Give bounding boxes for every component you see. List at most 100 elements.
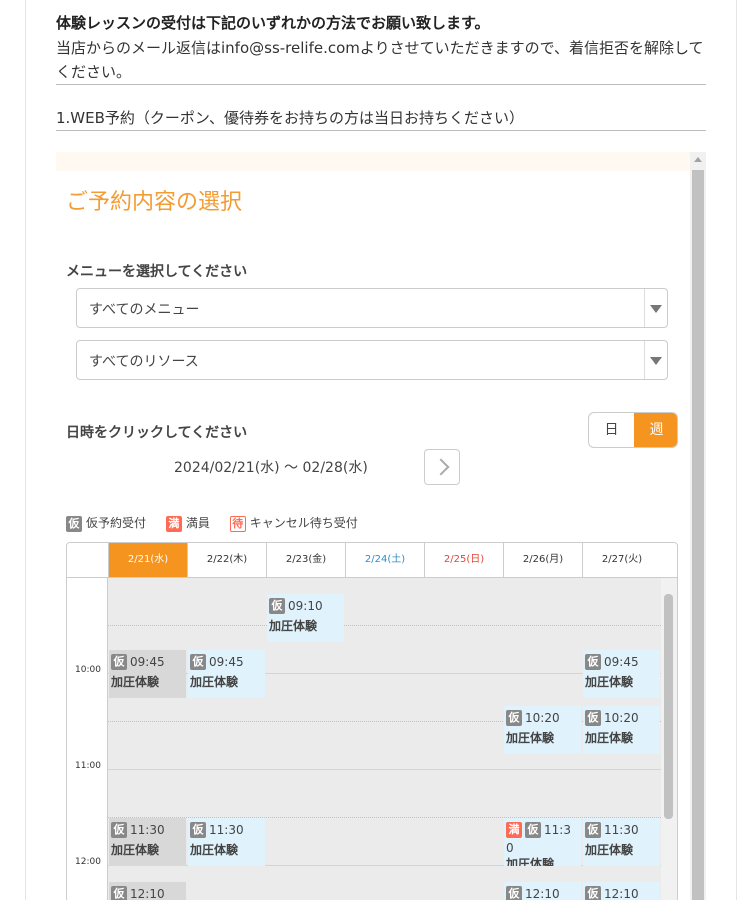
calendar-header: 2/21(水) 2/22(木) 2/23(金) 2/24(土) 2/25(日) 2/26(… [67, 543, 677, 578]
day-header: 2/27(火) [582, 543, 661, 577]
time-slot[interactable]: 仮 09:45 加圧体験 [109, 650, 186, 698]
hour-line [108, 769, 661, 770]
scrollbar-thumb[interactable] [664, 594, 673, 819]
kari-badge: 仮 [585, 710, 601, 726]
time-slot[interactable]: 仮 09:10 加圧体験 [267, 594, 344, 642]
slot-header: 仮 12:10 [111, 886, 165, 900]
page-border-left [25, 0, 26, 900]
day-view-button[interactable]: 日 [589, 413, 634, 447]
kari-badge: 仮 [269, 598, 285, 614]
frame-scrollbar[interactable] [690, 152, 706, 900]
kari-badge: 仮 [585, 654, 601, 670]
kari-badge: 仮 [111, 654, 127, 670]
kari-badge: 仮 [525, 822, 541, 838]
slot-header: 仮 10:20 [585, 710, 639, 726]
legend-label: 満員 [185, 516, 210, 530]
resource-select[interactable]: すべてのリソース [76, 340, 668, 380]
slot-name: 加圧体験 [111, 843, 160, 857]
time-slot[interactable]: 仮 11:30 加圧体験 [188, 818, 265, 866]
time-slot[interactable]: 仮 10:20 加圧体験 [504, 706, 581, 754]
slot-header: 仮 10:20 [506, 710, 560, 726]
kari-badge: 仮 [66, 515, 82, 532]
next-week-button[interactable] [424, 449, 460, 485]
slot-header: 仮 11:30 [585, 822, 639, 838]
frame-top-band [56, 152, 690, 171]
calendar-scrollbar[interactable] [661, 578, 677, 900]
slot-name: 0 加圧体験 [506, 841, 554, 866]
time-slot[interactable]: 仮 11:30 加圧体験 [109, 818, 186, 866]
week-calendar: 2/21(水) 2/22(木) 2/23(金) 2/24(土) 2/25(日) 2/26(… [66, 542, 678, 900]
intro-heading: 体験レッスンの受付は下記のいずれかの方法でお願い致します。 [56, 14, 490, 32]
slot-header: 仮 09:45 [111, 654, 165, 670]
booking-title: ご予約内容の選択 [66, 190, 243, 215]
slot-time: 09:45 [209, 655, 244, 669]
day-header: 2/21(水) [108, 543, 187, 577]
slot-time: 09:45 [130, 655, 165, 669]
time-slot[interactable]: 仮12:10加圧体験 [504, 882, 581, 900]
slot-header: 仮 09:45 [190, 654, 244, 670]
menu-select[interactable]: すべてのメニュー [76, 288, 668, 328]
menu-select-value: すべてのメニュー [89, 302, 200, 318]
time-label: 12:00 [75, 857, 101, 867]
divider [56, 84, 706, 85]
slot-header: 仮 11:30 [111, 822, 165, 838]
time-slot[interactable]: 仮12:10加圧体験 [109, 882, 186, 900]
legend-item-kari: 仮仮予約受付 [66, 514, 146, 532]
slot-name: 加圧体験 [585, 843, 634, 857]
resource-select-button[interactable] [644, 341, 667, 379]
scrollbar-thumb[interactable] [692, 170, 704, 900]
kari-badge: 仮 [585, 886, 601, 900]
day-header: 2/26(月) [503, 543, 582, 577]
slot-name: 加圧体験 [506, 731, 555, 745]
slot-time: 11:3 [544, 823, 571, 837]
menu-label: メニューを選択してください [66, 264, 248, 280]
time-slot[interactable]: 仮 09:45 加圧体験 [188, 650, 265, 698]
legend-label: キャンセル待ち受付 [249, 516, 358, 530]
time-label: 10:00 [75, 665, 101, 675]
time-label: 11:00 [75, 761, 101, 771]
chevron-right-icon [432, 458, 450, 476]
web-booking-title: 1.WEB予約（クーポン、優待券をお持ちの方は当日お持ちください） [56, 109, 525, 127]
date-range: 2024/02/21(水) 〜 02/28(水) [174, 460, 368, 476]
kari-badge: 仮 [585, 822, 601, 838]
menu-select-button[interactable] [644, 289, 667, 327]
slot-header: 仮 12:10 [506, 886, 560, 900]
time-slot[interactable]: 仮 11:30 加圧体験 [583, 818, 660, 866]
kari-badge: 仮 [111, 822, 127, 838]
slot-time: 09:10 [288, 599, 323, 613]
slot-header: 仮 11:30 [190, 822, 244, 838]
date-label: 日時をクリックしてください [66, 425, 248, 441]
slot-header: 仮 12:10 [585, 886, 639, 900]
slot-time: 11:30 [604, 823, 639, 837]
machi-badge: 待 [229, 515, 246, 532]
intro-text: 当店からのメール返信はinfo@ss-relife.comよりさせていただきます… [56, 39, 704, 81]
kari-badge: 仮 [190, 822, 206, 838]
kari-badge: 仮 [506, 886, 522, 900]
time-column: 10:00 11:00 12:00 [67, 578, 108, 900]
kari-badge: 仮 [506, 710, 522, 726]
legend-item-machi: 待キャンセル待ち受付 [229, 514, 358, 532]
man-badge: 満 [506, 822, 522, 838]
slot-name: 加圧体験 [190, 675, 239, 689]
time-slot[interactable]: 仮 09:45 加圧体験 [583, 650, 660, 698]
slot-header: 仮 09:45 [585, 654, 639, 670]
slot-name: 加圧体験 [585, 731, 634, 745]
slot-name: 加圧体験 [111, 675, 160, 689]
slot-header: 満仮 11:3 [506, 822, 571, 838]
slot-time: 09:45 [604, 655, 639, 669]
man-badge: 満 [165, 515, 182, 532]
slot-time: 12:10 [525, 887, 560, 900]
slot-header: 仮 09:10 [269, 598, 323, 614]
day-header: 2/25(日) [424, 543, 503, 577]
calendar-body: 10:00 11:00 12:00 仮 09:10 加圧体験仮 09:45 加圧体験仮 09:… [67, 578, 677, 900]
time-slot[interactable]: 仮 10:20 加圧体験 [583, 706, 660, 754]
slot-time: 11:30 [130, 823, 165, 837]
page-border-right [736, 0, 737, 900]
time-slot[interactable]: 満仮 11:3 0 加圧体験 [504, 818, 581, 866]
view-toggle: 日 週 [588, 412, 678, 448]
scroll-up-icon[interactable] [694, 157, 702, 162]
booking-frame: ご予約内容の選択 メニューを選択してください すべてのメニュー すべてのリソース… [56, 152, 706, 900]
slot-name: 加圧体験 [506, 857, 555, 866]
week-view-button[interactable]: 週 [634, 413, 677, 447]
time-slot[interactable]: 仮12:10加圧体験 [583, 882, 660, 900]
